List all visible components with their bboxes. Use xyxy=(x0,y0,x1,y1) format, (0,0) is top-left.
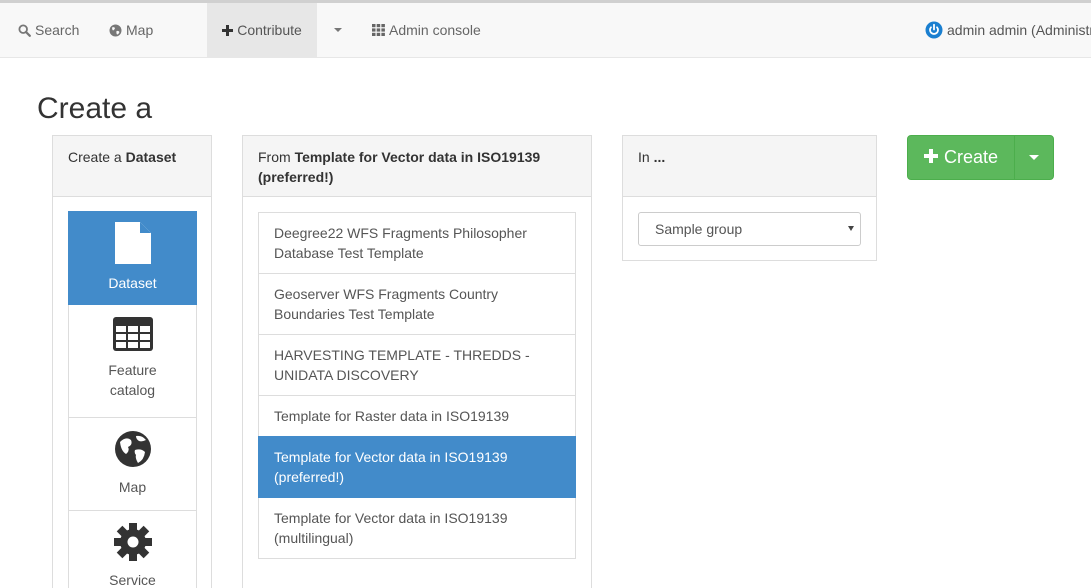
type-item-dataset[interactable]: Dataset xyxy=(68,211,197,305)
caret-down-icon xyxy=(1029,155,1039,160)
group-select[interactable]: Sample group xyxy=(638,212,861,246)
type-item-label: Dataset xyxy=(108,275,157,291)
nav-map-label: Map xyxy=(126,22,154,38)
nav-admin-label: Admin console xyxy=(389,22,481,38)
nav-user-menu[interactable]: admin admin (Administrator) xyxy=(925,3,1091,57)
nav-admin-link[interactable]: Admin console xyxy=(372,3,481,57)
template-panel: From Template for Vector data in ISO1913… xyxy=(242,135,592,588)
template-item[interactable]: Template for Raster data in ISO19139 xyxy=(258,395,576,437)
plus-icon xyxy=(222,24,234,36)
template-panel-heading: From Template for Vector data in ISO1913… xyxy=(243,136,591,197)
type-item-label: Map xyxy=(118,479,147,495)
plus-icon xyxy=(923,146,938,169)
template-item-selected[interactable]: Template for Vector data in ISO19139 (pr… xyxy=(258,436,576,498)
template-item[interactable]: Template for Vector data in ISO19139 (mu… xyxy=(258,497,576,559)
page-title: Create a xyxy=(37,92,153,125)
nav-user-label: admin admin (Administrator) xyxy=(947,22,1091,38)
template-heading-prefix: From xyxy=(258,149,291,165)
globe-icon xyxy=(109,24,122,37)
type-item-feature-catalog[interactable]: Feature catalog xyxy=(68,305,197,418)
nav-contribute-link[interactable]: Contribute xyxy=(207,3,317,57)
search-icon xyxy=(18,23,31,37)
template-heading-value: Template for Vector data in ISO19139 (pr… xyxy=(258,149,541,185)
create-button-group: Create xyxy=(907,135,1054,180)
group-panel-heading: In ... xyxy=(623,136,876,197)
type-heading-value: Dataset xyxy=(125,149,177,165)
top-navbar: Search Map Contribute Admin console admi… xyxy=(0,0,1091,58)
nav-contribute-label: Contribute xyxy=(237,22,302,38)
create-button-label: Create xyxy=(943,147,999,167)
caret-down-icon xyxy=(334,28,342,32)
type-heading-prefix: Create a xyxy=(68,149,122,165)
power-icon[interactable] xyxy=(925,21,943,39)
gear-icon xyxy=(113,523,152,566)
type-item-map[interactable]: Map xyxy=(68,418,197,511)
template-item[interactable]: Deegree22 WFS Fragments Philosopher Data… xyxy=(258,212,576,274)
template-item[interactable]: Geoserver WFS Fragments Country Boundari… xyxy=(258,273,576,335)
table-icon xyxy=(112,317,153,356)
type-item-service[interactable]: Service xyxy=(68,511,197,588)
nav-map-link[interactable]: Map xyxy=(109,3,153,57)
nav-search-link[interactable]: Search xyxy=(18,3,79,57)
file-icon xyxy=(114,222,151,269)
globe-icon xyxy=(114,430,152,473)
group-select-value: Sample group xyxy=(655,221,743,237)
group-heading-value: ... xyxy=(653,149,666,165)
group-heading-prefix: In xyxy=(638,149,650,165)
create-button[interactable]: Create xyxy=(908,136,1015,179)
select-arrow-icon xyxy=(848,226,854,231)
grid-icon xyxy=(372,24,385,36)
type-panel: Create a Dataset Dataset Feature catalog… xyxy=(52,135,212,588)
template-item[interactable]: HARVESTING TEMPLATE - THREDDS - UNIDATA … xyxy=(258,334,576,396)
nav-contribute-dropdown[interactable] xyxy=(332,3,344,57)
create-dropdown-toggle[interactable] xyxy=(1015,136,1053,179)
type-item-label: Service xyxy=(109,572,156,588)
group-panel: In ... Sample group xyxy=(622,135,877,261)
type-item-label: Feature catalog xyxy=(108,362,157,398)
type-list: Dataset Feature catalog Map Service xyxy=(68,211,197,588)
nav-search-label: Search xyxy=(35,22,80,38)
template-list: Deegree22 WFS Fragments Philosopher Data… xyxy=(258,212,576,559)
type-panel-heading: Create a Dataset xyxy=(53,136,211,197)
